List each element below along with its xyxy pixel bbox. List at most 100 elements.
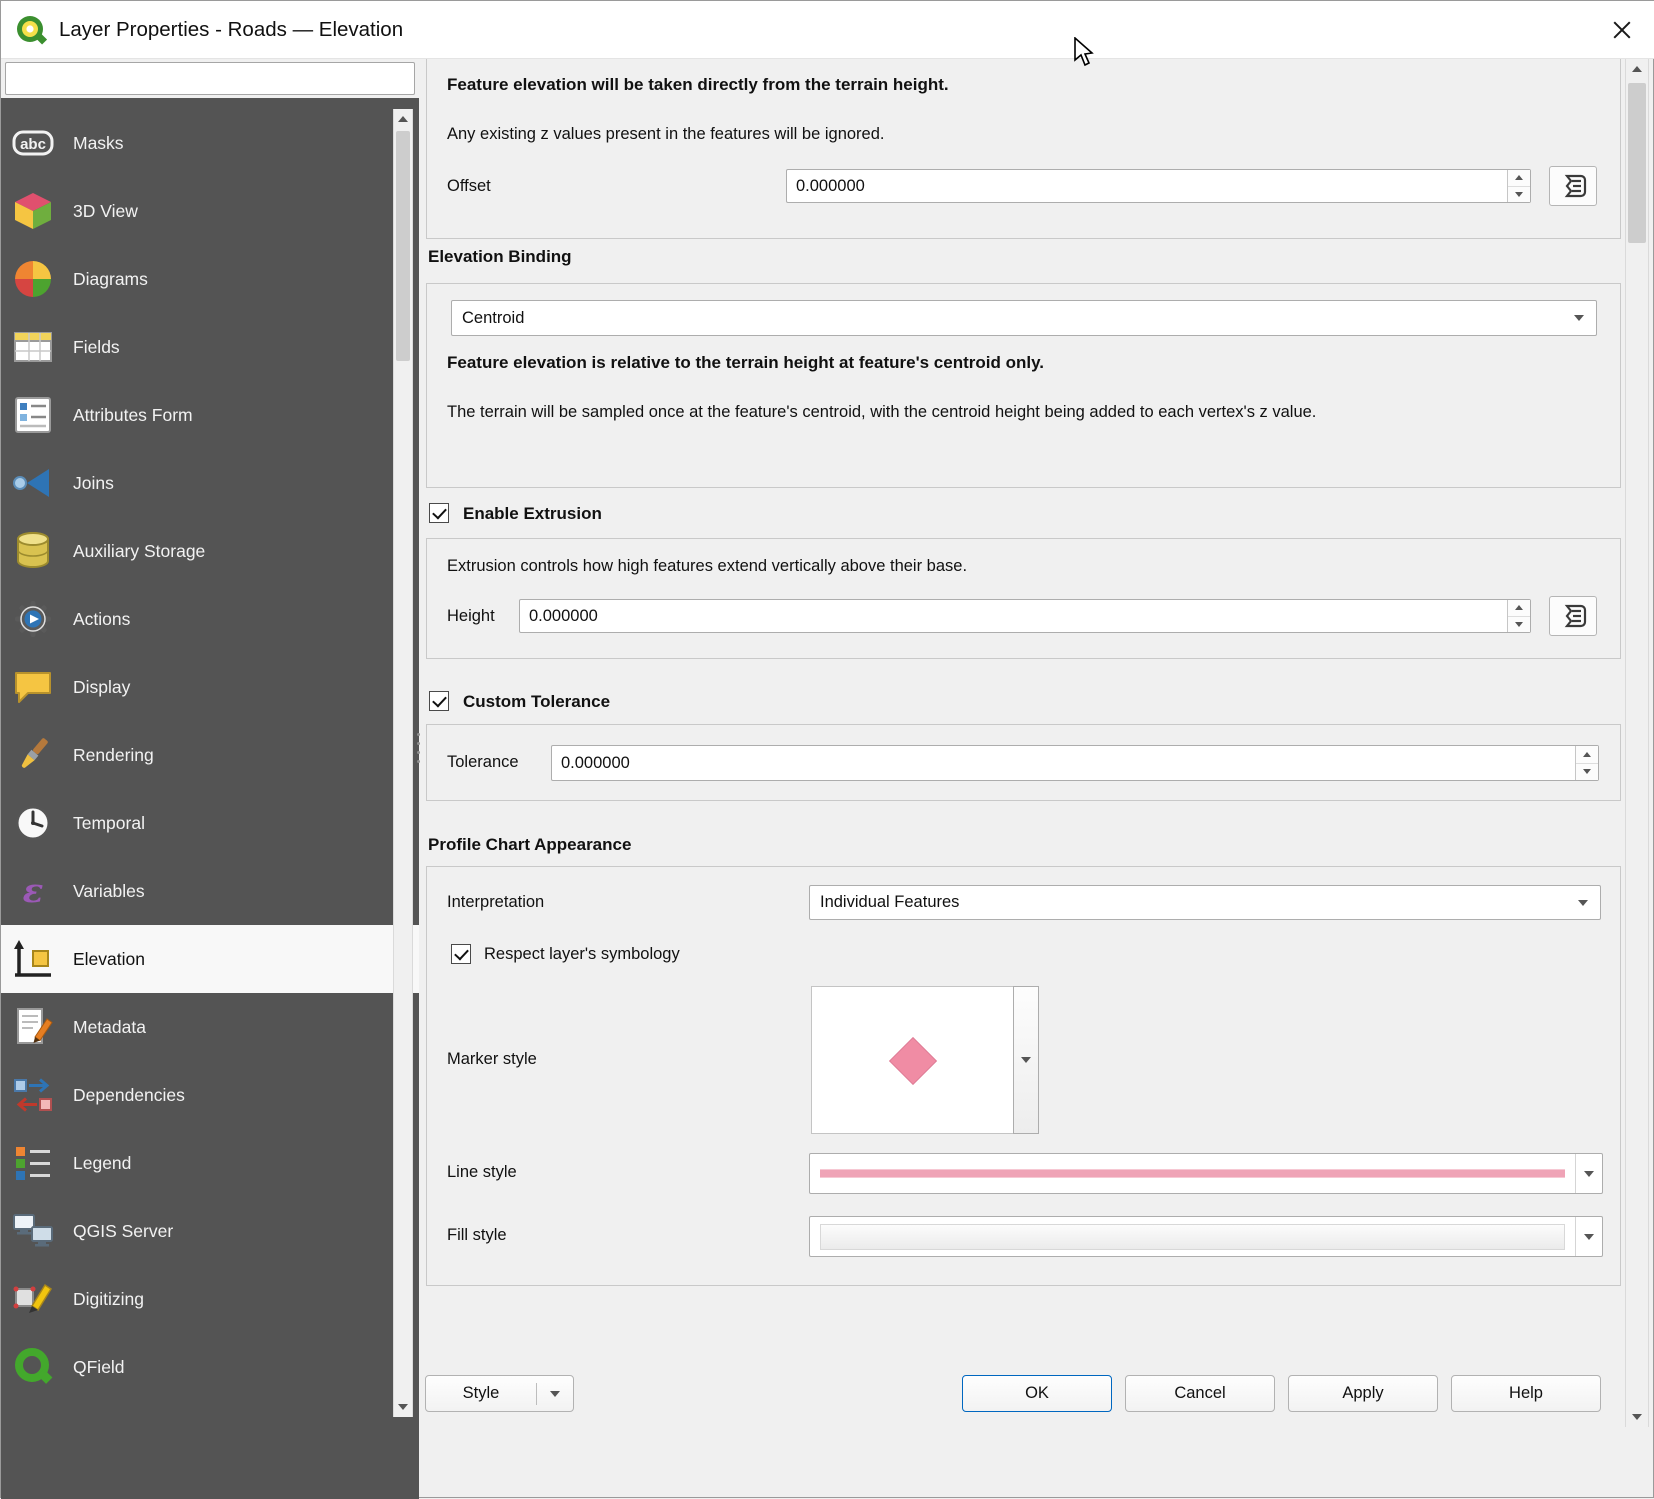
checkmark-icon [432,504,447,519]
spin-up-button[interactable] [1576,746,1598,764]
elevation-binding-combobox[interactable]: Centroid [451,300,1597,336]
scroll-up-button[interactable] [394,109,412,129]
sidebar-item-legend[interactable]: Legend [1,1129,393,1197]
sidebar-item-attributes-form[interactable]: Attributes Form [1,381,393,449]
ok-button-label: OK [1025,1384,1049,1403]
spin-down-button[interactable] [1576,764,1598,781]
fill-style-dropdown[interactable] [809,1216,1603,1257]
scrollbar-thumb[interactable] [1628,83,1646,243]
close-button[interactable] [1591,1,1653,58]
sidebar: abc Masks 3D View Diagrams Fields Attrib… [1,59,419,1499]
scroll-up-button[interactable] [1626,59,1648,79]
spin-down-button[interactable] [1508,617,1530,633]
checkmark-icon [432,692,447,707]
respect-symbology-label: Respect layer's symbology [484,945,680,964]
sidebar-item-temporal[interactable]: Temporal [1,789,393,857]
sidebar-item-label: Digitizing [73,1289,144,1310]
sidebar-item-label: Temporal [73,813,145,834]
qgis-logo-icon [15,14,47,46]
sidebar-item-dependencies[interactable]: Dependencies [1,1061,393,1129]
custom-tolerance-checkbox[interactable] [429,691,449,711]
style-button[interactable]: Style [425,1375,574,1412]
binding-heading: Feature elevation is relative to the ter… [447,353,1044,373]
ok-button[interactable]: OK [962,1375,1112,1412]
svg-text:abc: abc [20,136,46,153]
help-button[interactable]: Help [1451,1375,1601,1412]
metadata-icon [11,1005,55,1049]
marker-diamond-icon [889,1037,937,1085]
sidebar-item-fields[interactable]: Fields [1,313,393,381]
splitter-handle[interactable] [416,727,420,769]
enable-extrusion-checkbox[interactable] [429,503,449,523]
terrain-note: Any existing z values present in the fea… [447,125,885,144]
auxiliary-storage-icon [11,529,55,573]
digitizing-icon [11,1277,55,1321]
sidebar-scrollbar[interactable] [393,109,413,1417]
sidebar-item-3d-view[interactable]: 3D View [1,177,393,245]
offset-label: Offset [447,177,491,196]
marker-style-dropdown-button[interactable] [1013,986,1039,1134]
dependencies-icon [11,1073,55,1117]
spin-up-button[interactable] [1508,170,1530,187]
sidebar-item-display[interactable]: Display [1,653,393,721]
height-spinbox[interactable]: 0.000000 [519,599,1531,633]
sidebar-item-label: Elevation [73,949,145,970]
sidebar-item-qfield[interactable]: QField [1,1333,393,1401]
line-style-dropdown-button[interactable] [1575,1154,1602,1193]
sidebar-item-label: Rendering [73,745,154,766]
titlebar: Layer Properties - Roads — Elevation [1,1,1654,59]
spin-down-button[interactable] [1508,187,1530,203]
sidebar-item-label: Fields [73,337,120,358]
marker-style-preview[interactable] [811,986,1014,1134]
scrollbar-thumb[interactable] [396,131,410,361]
line-style-dropdown[interactable] [809,1153,1603,1194]
offset-data-defined-override-button[interactable] [1549,166,1597,206]
sidebar-item-actions[interactable]: Actions [1,585,393,653]
scroll-down-button[interactable] [1626,1407,1648,1427]
display-icon [11,665,55,709]
sidebar-item-label: Diagrams [73,269,148,290]
sidebar-item-digitizing[interactable]: Digitizing [1,1265,393,1333]
sidebar-item-auxiliary-storage[interactable]: Auxiliary Storage [1,517,393,585]
tolerance-label: Tolerance [447,753,519,772]
tolerance-value: 0.000000 [552,746,1575,780]
sidebar-item-diagrams[interactable]: Diagrams [1,245,393,313]
sidebar-item-label: Auxiliary Storage [73,541,205,562]
line-style-preview [820,1170,1565,1177]
chevron-down-icon [537,1391,573,1397]
tolerance-spinbox[interactable]: 0.000000 [551,745,1599,781]
fill-style-label: Fill style [447,1226,507,1245]
sidebar-item-variables[interactable]: ε Variables [1,857,393,925]
elevation-binding-value: Centroid [462,309,1574,328]
checkmark-icon [454,945,469,960]
actions-icon [11,597,55,641]
scroll-down-button[interactable] [394,1397,412,1417]
fields-icon [11,325,55,369]
sidebar-item-elevation[interactable]: Elevation [1,925,419,993]
joins-icon [11,461,55,505]
apply-button[interactable]: Apply [1288,1375,1438,1412]
fill-style-dropdown-button[interactable] [1575,1217,1602,1256]
sidebar-item-qgis-server[interactable]: QGIS Server [1,1197,393,1265]
sidebar-item-rendering[interactable]: Rendering [1,721,393,789]
sidebar-item-label: Joins [73,473,114,494]
offset-spinbox[interactable]: 0.000000 [786,169,1531,203]
respect-symbology-checkbox[interactable] [451,944,471,964]
binding-note: The terrain will be sampled once at the … [447,399,1397,425]
window-title: Layer Properties - Roads — Elevation [59,1,403,59]
extrusion-note: Extrusion controls how high features ext… [447,557,967,576]
cancel-button[interactable]: Cancel [1125,1375,1275,1412]
3d-view-icon [11,189,55,233]
temporal-icon [11,801,55,845]
interpretation-combobox[interactable]: Individual Features [809,885,1601,920]
fill-style-preview [820,1224,1565,1250]
sidebar-item-masks[interactable]: abc Masks [1,109,393,177]
sidebar-item-label: Actions [73,609,130,630]
sidebar-item-metadata[interactable]: Metadata [1,993,393,1061]
main-scrollbar[interactable] [1625,59,1649,1427]
spin-up-button[interactable] [1508,600,1530,617]
sidebar-search-input[interactable] [5,62,415,95]
chevron-down-icon [1574,315,1584,321]
sidebar-item-joins[interactable]: Joins [1,449,393,517]
height-data-defined-override-button[interactable] [1549,596,1597,636]
